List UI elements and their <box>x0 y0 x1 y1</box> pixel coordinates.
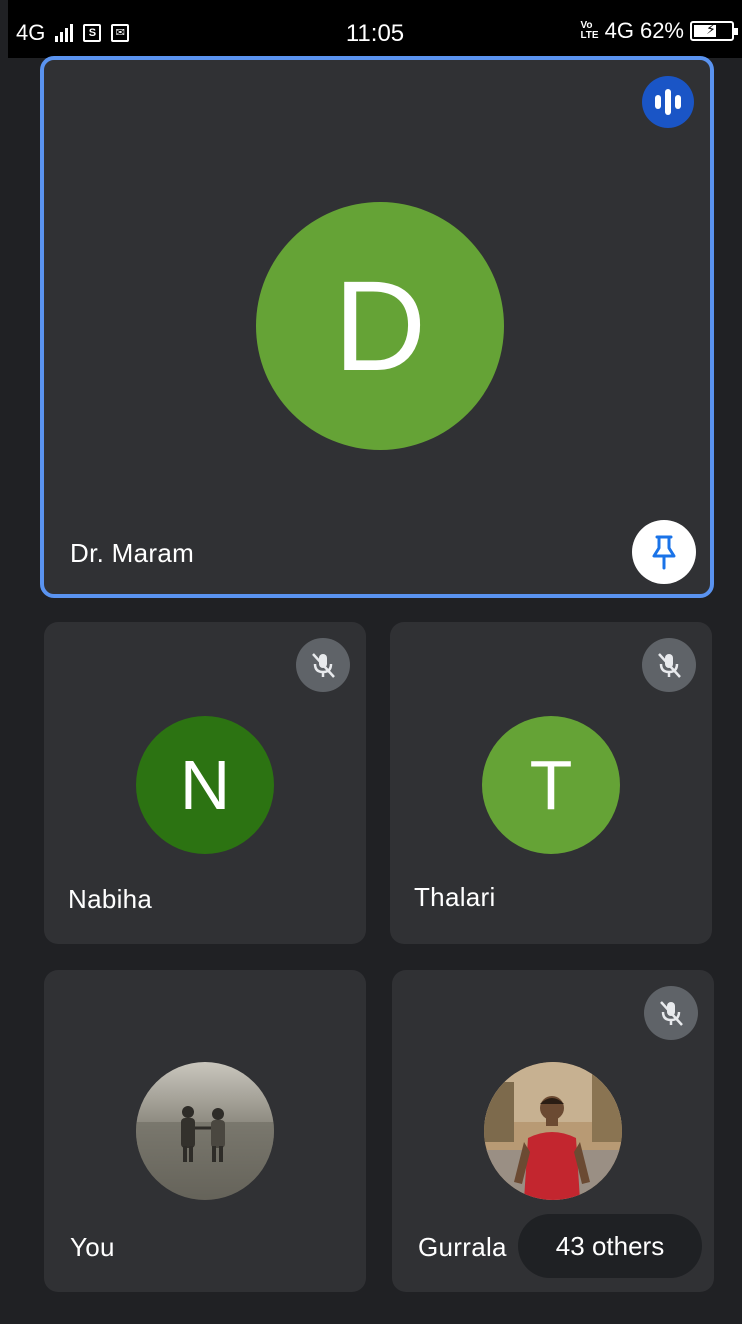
status-right: Vo LTE 4G 62% ⚡ <box>580 18 738 44</box>
participant-tile-you[interactable]: You <box>44 970 366 1292</box>
avatar-initial: D <box>333 254 427 398</box>
participant-tile-nabiha[interactable]: N Nabiha <box>44 622 366 944</box>
audio-wave-icon <box>642 76 694 128</box>
mic-off-icon <box>642 638 696 692</box>
participant-name: Gurrala <box>418 1232 507 1262</box>
pin-icon <box>652 535 676 570</box>
participant-tile-thalari[interactable]: T Thalari <box>390 622 712 944</box>
avatar-initial: N <box>179 746 231 824</box>
meet-call-screen: 4G S ✉ 11:05 Vo LTE 4G 62% ⚡ D Dr. Maram… <box>8 0 742 1324</box>
others-participants-button[interactable]: 43 others <box>518 1214 702 1278</box>
participant-avatar: N <box>136 716 274 854</box>
participant-name: Dr. Maram <box>70 538 195 568</box>
volte-icon: Vo LTE <box>580 20 599 41</box>
battery-icon: ⚡ <box>690 21 738 41</box>
mic-off-icon <box>644 986 698 1040</box>
participant-avatar: T <box>482 716 620 854</box>
participant-avatar: D <box>256 202 504 450</box>
battery-percent: 62% <box>639 18 684 43</box>
participant-name: Nabiha <box>68 884 153 914</box>
user-avatar-photo <box>136 1062 274 1200</box>
network-type-right: 4G <box>604 18 634 43</box>
avatar-initial: T <box>529 746 573 824</box>
status-bar: 4G S ✉ 11:05 Vo LTE 4G 62% ⚡ <box>8 0 742 58</box>
mic-off-icon <box>296 638 350 692</box>
pin-button[interactable] <box>632 520 696 584</box>
participant-name: Thalari <box>414 882 496 912</box>
participant-name: You <box>70 1232 115 1262</box>
participant-tile-main[interactable]: D Dr. Maram <box>40 56 714 598</box>
participant-avatar-photo <box>484 1062 622 1200</box>
